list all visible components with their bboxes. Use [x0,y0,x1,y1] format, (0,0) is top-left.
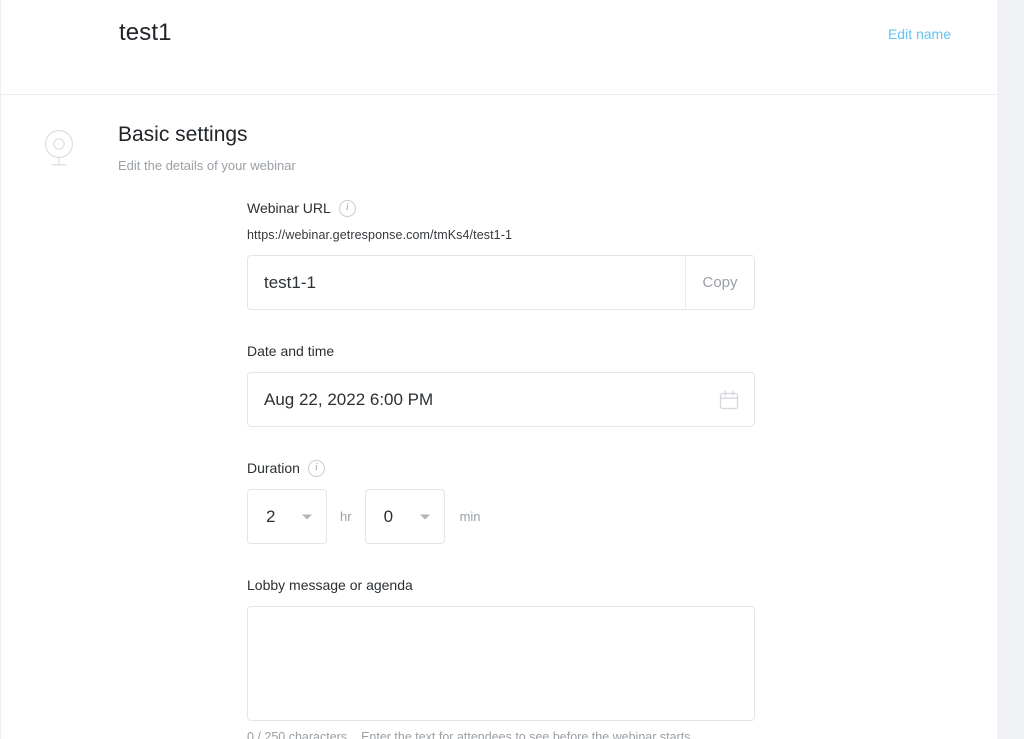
section-title: Basic settings [118,123,248,146]
page-header: test1 Edit name [1,0,997,95]
duration-label-row: Duration i [247,458,755,478]
duration-hours-unit: hr [340,509,352,524]
copy-button[interactable]: Copy [685,256,754,309]
lobby-message-helper: 0 / 250 characters Enter the text for at… [247,729,755,739]
chevron-down-icon [302,514,312,519]
calendar-icon[interactable] [718,389,740,411]
lobby-message-hint: Enter the text for attendees to see befo… [361,730,691,739]
date-time-label-row: Date and time [247,341,755,361]
webcam-icon [42,128,76,168]
webinar-url-input-group: Copy [247,255,755,310]
date-time-value: Aug 22, 2022 6:00 PM [264,389,434,409]
date-time-field[interactable]: Aug 22, 2022 6:00 PM [247,372,755,427]
edit-name-link[interactable]: Edit name [888,24,951,44]
duration-controls: 2 hr 0 min [247,489,755,544]
right-gutter [997,0,1024,739]
lobby-message-label: Lobby message or agenda [247,577,413,593]
page-title: test1 [119,19,172,46]
settings-body: Basic settings Edit the details of your … [1,96,997,739]
info-icon[interactable]: i [338,199,356,217]
date-time-label: Date and time [247,343,335,359]
webinar-url-label: Webinar URL [247,200,331,216]
duration-label: Duration [247,460,300,476]
webinar-url-preview: https://webinar.getresponse.com/tmKs4/te… [247,228,513,242]
section-subtitle: Edit the details of your webinar [118,158,296,173]
webinar-url-label-row: Webinar URL i [247,198,755,218]
character-counter: 0 / 250 characters [247,730,348,739]
lobby-message-box [247,606,755,721]
lobby-message-label-row: Lobby message or agenda [247,575,755,595]
duration-hours-select[interactable]: 2 [247,489,327,544]
duration-minutes-value: 0 [383,506,394,526]
webinar-url-input[interactable] [248,256,685,309]
app-root: test1 Edit name Basic settings Edit the … [0,0,1024,739]
duration-minutes-select[interactable]: 0 [364,489,445,544]
duration-minutes-unit: min [459,509,481,524]
duration-hours-value: 2 [266,506,276,526]
settings-form: Webinar URL i https://webinar.getrespons… [247,198,755,739]
chevron-down-icon [419,514,430,519]
info-icon[interactable]: i [307,459,325,477]
lobby-message-textarea[interactable] [248,607,754,720]
